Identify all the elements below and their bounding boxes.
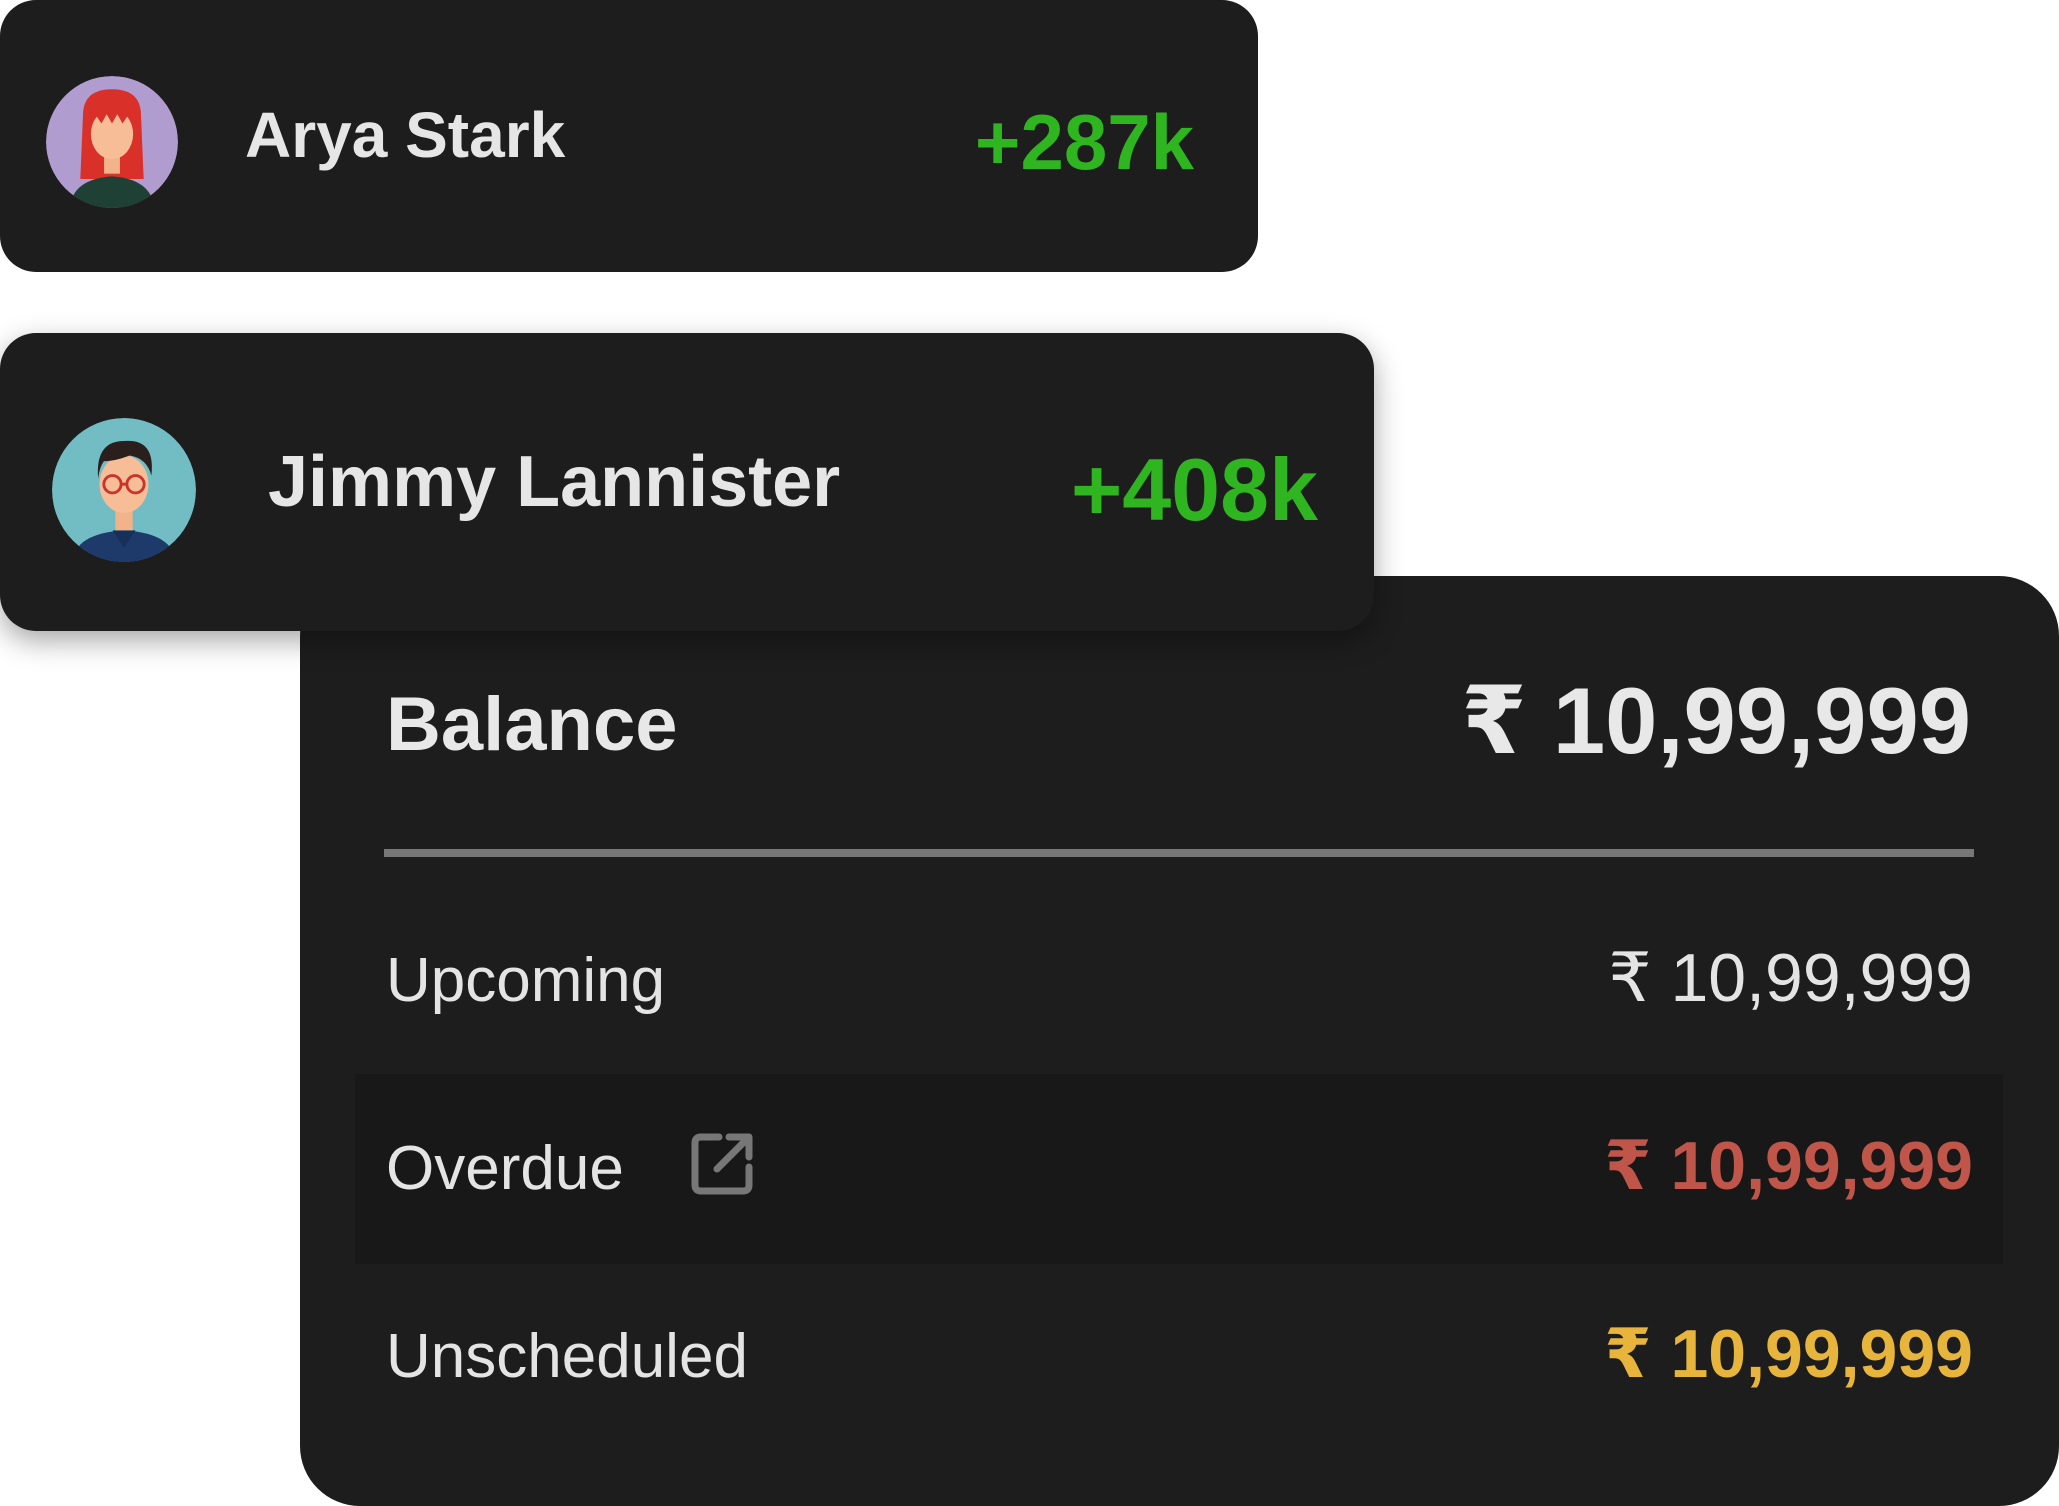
balance-label: Balance [386,682,678,767]
row-label: Unscheduled [386,1322,748,1391]
external-link-icon[interactable] [687,1129,757,1199]
user-delta: +408k [1070,440,1318,539]
row-amount: ₹ 10,99,999 [1604,1316,1973,1392]
balance-amount: ₹ 10,99,999 [1461,668,1971,773]
user-card-arya[interactable]: Arya Stark +287k [0,0,1258,272]
user-name: Jimmy Lannister [268,442,841,522]
divider [384,849,1974,857]
row-overdue[interactable]: Overdue ₹ 10,99,999 [355,1074,2003,1264]
row-upcoming: Upcoming ₹ 10,99,999 [355,886,2003,1076]
balance-card: Balance ₹ 10,99,999 Upcoming ₹ 10,99,999… [300,576,2059,1506]
row-label: Overdue [386,1134,624,1203]
row-unscheduled: Unscheduled ₹ 10,99,999 [355,1262,2003,1452]
row-label: Upcoming [386,946,666,1015]
avatar-jimmy-icon [52,418,196,562]
row-amount: ₹ 10,99,999 [1604,1128,1973,1204]
user-delta: +287k [974,98,1194,186]
avatar-arya-icon [46,76,178,208]
user-name: Arya Stark [245,99,566,171]
row-amount: ₹ 10,99,999 [1608,940,1973,1016]
user-card-jimmy[interactable]: Jimmy Lannister +408k [0,333,1374,631]
